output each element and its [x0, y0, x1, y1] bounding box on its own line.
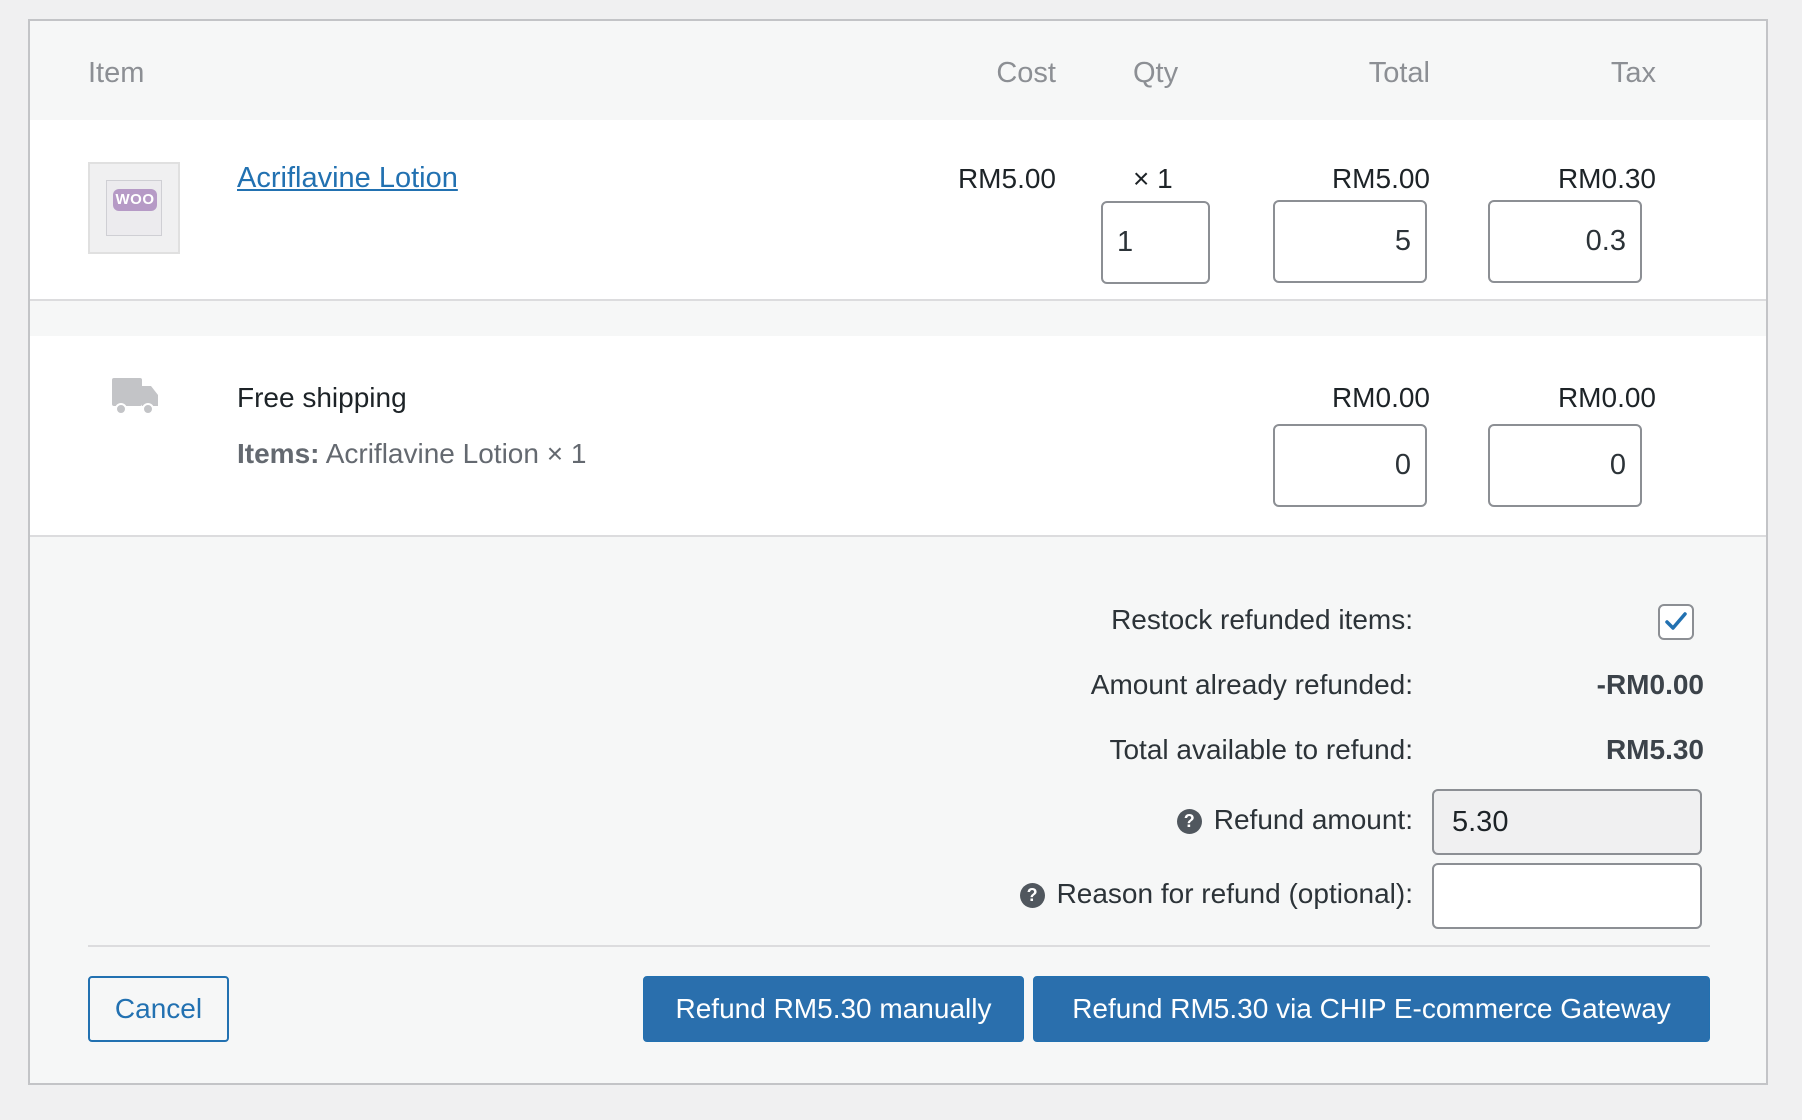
refund-gateway-button[interactable]: Refund RM5.30 via CHIP E-commerce Gatewa… — [1033, 976, 1710, 1042]
refund-reason-input[interactable] — [1432, 863, 1702, 929]
available-value: RM5.30 — [1605, 734, 1704, 765]
refund-amount-label: Refund amount: — [1213, 804, 1413, 835]
refund-amount-label-wrap: ? Refund amount: — [1176, 804, 1413, 836]
product-tax: RM0.30 — [1557, 163, 1656, 194]
header-cost: Cost — [996, 57, 1056, 89]
already-refunded-label: Amount already refunded: — [1090, 669, 1413, 700]
help-icon[interactable]: ? — [1176, 809, 1202, 835]
refund-reason-label: Reason for refund (optional): — [1056, 878, 1413, 909]
already-refunded-value: -RM0.00 — [1596, 669, 1704, 700]
shipping-tax: RM0.00 — [1557, 382, 1656, 413]
header-total: Total — [1368, 57, 1430, 89]
refund-total-input[interactable]: 5 — [1273, 200, 1427, 283]
line-item-row: WOO Acriflavine Lotion RM5.00 × 1 RM5.00… — [30, 120, 1766, 301]
product-name-link[interactable]: Acriflavine Lotion — [237, 162, 458, 195]
cancel-button[interactable]: Cancel — [88, 976, 229, 1042]
header-item: Item — [88, 57, 145, 89]
refund-amount-input[interactable]: 5.30 — [1432, 789, 1702, 855]
refund-tax-input[interactable]: 0.3 — [1488, 200, 1642, 283]
shipping-items: Items: Acriflavine Lotion × 1 — [237, 438, 586, 470]
product-cost: RM5.00 — [957, 163, 1056, 194]
shipping-total: RM0.00 — [1331, 382, 1430, 413]
restock-checkbox[interactable] — [1658, 604, 1694, 640]
help-icon[interactable]: ? — [1019, 883, 1045, 909]
refund-qty-input[interactable]: 1 — [1101, 201, 1210, 284]
product-thumbnail: WOO — [88, 162, 180, 254]
refund-panel: Item Cost Qty Total Tax WOO Acriflavine … — [28, 19, 1768, 1085]
shipping-refund-total-input[interactable]: 0 — [1273, 424, 1427, 507]
shipping-row: Free shipping Items: Acriflavine Lotion … — [30, 336, 1766, 537]
header-qty: Qty — [1133, 57, 1179, 89]
actions-divider — [88, 945, 1710, 947]
refund-manual-button[interactable]: Refund RM5.30 manually — [643, 976, 1024, 1042]
restock-label: Restock refunded items: — [1111, 604, 1413, 635]
shipping-method: Free shipping — [237, 382, 407, 413]
header-tax: Tax — [1610, 57, 1656, 89]
checkmark-icon — [1665, 612, 1687, 630]
woo-logo-icon: WOO — [113, 189, 157, 211]
shipping-items-label: Items: — [237, 438, 320, 469]
refund-reason-label-wrap: ? Reason for refund (optional): — [1019, 878, 1413, 910]
shipping-refund-tax-input[interactable]: 0 — [1488, 424, 1642, 507]
product-total: RM5.00 — [1331, 163, 1430, 194]
product-qty: × 1 — [1133, 163, 1173, 194]
available-label: Total available to refund: — [1109, 734, 1413, 765]
shipping-items-value: Acriflavine Lotion × 1 — [325, 438, 587, 469]
truck-icon — [112, 378, 158, 415]
